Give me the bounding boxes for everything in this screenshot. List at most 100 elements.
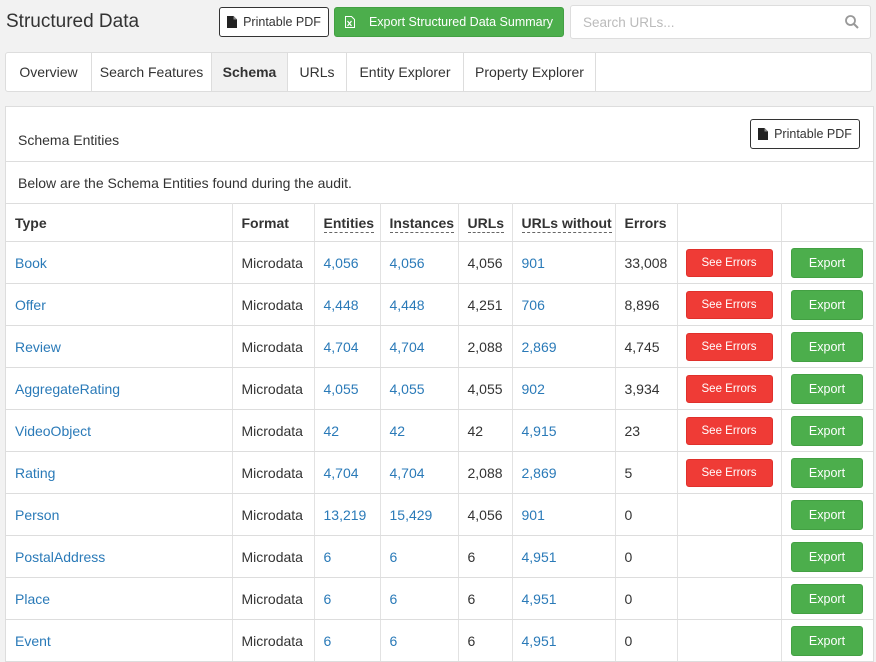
see-errors-button[interactable]: See Errors bbox=[685, 374, 773, 403]
row-urls: 6 bbox=[458, 535, 513, 578]
row-type-link[interactable]: Place bbox=[6, 577, 233, 620]
export-button[interactable]: Export bbox=[791, 331, 863, 362]
row-entities-link[interactable]: 4,056 bbox=[314, 241, 381, 284]
row-entities-link[interactable]: 13,219 bbox=[314, 493, 381, 536]
row-errors: 33,008 bbox=[615, 241, 678, 284]
export-button[interactable]: Export bbox=[791, 625, 863, 656]
table-row: VideoObject Microdata 42 42 42 4,915 23 See Err… bbox=[6, 409, 873, 452]
row-instances-link[interactable]: 6 bbox=[380, 577, 459, 620]
export-button[interactable]: Export bbox=[791, 457, 863, 488]
row-export-cell: Export bbox=[781, 493, 873, 536]
column-header-instances[interactable]: Instances bbox=[380, 203, 459, 242]
search-box bbox=[570, 5, 871, 39]
panel-description: Below are the Schema Entities found duri… bbox=[18, 175, 352, 191]
row-errors: 5 bbox=[615, 451, 678, 494]
search-icon[interactable] bbox=[844, 14, 860, 30]
column-header-type[interactable]: Type bbox=[6, 203, 233, 242]
row-format: Microdata bbox=[232, 283, 315, 326]
row-entities-link[interactable]: 4,704 bbox=[314, 325, 381, 368]
row-type-link[interactable]: Event bbox=[6, 619, 233, 662]
row-type-link[interactable]: Book bbox=[6, 241, 233, 284]
row-urls-without-link[interactable]: 4,951 bbox=[512, 619, 616, 662]
tab-search-features[interactable]: Search Features bbox=[92, 53, 212, 91]
row-entities-link[interactable]: 6 bbox=[314, 619, 381, 662]
row-entities-link[interactable]: 42 bbox=[314, 409, 381, 452]
row-type-link[interactable]: VideoObject bbox=[6, 409, 233, 452]
row-errors: 0 bbox=[615, 535, 678, 578]
row-urls: 4,056 bbox=[458, 241, 513, 284]
row-see-errors-cell bbox=[677, 493, 782, 536]
export-button[interactable]: Export bbox=[791, 373, 863, 404]
see-errors-button[interactable]: See Errors bbox=[685, 458, 773, 487]
see-errors-button[interactable]: See Errors bbox=[685, 290, 773, 319]
row-type-link[interactable]: PostalAddress bbox=[6, 535, 233, 578]
row-type-link[interactable]: Person bbox=[6, 493, 233, 536]
tab-property-explorer[interactable]: Property Explorer bbox=[464, 53, 596, 91]
row-type-link[interactable]: Review bbox=[6, 325, 233, 368]
export-button[interactable]: Export bbox=[791, 541, 863, 572]
row-entities-link[interactable]: 4,448 bbox=[314, 283, 381, 326]
column-header-entities[interactable]: Entities bbox=[314, 203, 381, 242]
row-urls-without-link[interactable]: 901 bbox=[512, 241, 616, 284]
export-button[interactable]: Export bbox=[791, 289, 863, 320]
tab-entity-explorer[interactable]: Entity Explorer bbox=[347, 53, 464, 91]
row-entities-link[interactable]: 4,055 bbox=[314, 367, 381, 410]
search-input[interactable] bbox=[571, 6, 831, 38]
row-urls: 6 bbox=[458, 577, 513, 620]
row-entities-link[interactable]: 6 bbox=[314, 577, 381, 620]
row-urls-without-link[interactable]: 706 bbox=[512, 283, 616, 326]
export-button[interactable]: Export bbox=[791, 415, 863, 446]
excel-file-icon bbox=[344, 16, 355, 28]
row-export-cell: Export bbox=[781, 241, 873, 284]
top-bar: Structured Data Printable PDF Export Str… bbox=[0, 0, 876, 46]
row-type-link[interactable]: Offer bbox=[6, 283, 233, 326]
row-urls: 4,055 bbox=[458, 367, 513, 410]
row-urls: 2,088 bbox=[458, 451, 513, 494]
row-type-link[interactable]: AggregateRating bbox=[6, 367, 233, 410]
see-errors-button[interactable]: See Errors bbox=[685, 416, 773, 445]
row-instances-link[interactable]: 15,429 bbox=[380, 493, 459, 536]
row-instances-link[interactable]: 6 bbox=[380, 535, 459, 578]
row-urls-without-link[interactable]: 2,869 bbox=[512, 325, 616, 368]
schema-entities-panel: Schema Entities Printable PDF Below are … bbox=[5, 106, 874, 662]
see-errors-button[interactable]: See Errors bbox=[685, 332, 773, 361]
row-entities-link[interactable]: 4,704 bbox=[314, 451, 381, 494]
row-urls-without-link[interactable]: 901 bbox=[512, 493, 616, 536]
row-instances-link[interactable]: 42 bbox=[380, 409, 459, 452]
printable-pdf-label: Printable PDF bbox=[243, 15, 321, 29]
export-button[interactable]: Export bbox=[791, 583, 863, 614]
row-instances-link[interactable]: 4,704 bbox=[380, 325, 459, 368]
row-instances-link[interactable]: 4,448 bbox=[380, 283, 459, 326]
row-urls-without-link[interactable]: 4,951 bbox=[512, 535, 616, 578]
export-summary-button[interactable]: Export Structured Data Summary bbox=[334, 7, 564, 37]
row-see-errors-cell: See Errors bbox=[677, 283, 782, 326]
column-header-format[interactable]: Format bbox=[232, 203, 315, 242]
row-format: Microdata bbox=[232, 619, 315, 662]
tab-urls[interactable]: URLs bbox=[288, 53, 347, 91]
row-instances-link[interactable]: 4,055 bbox=[380, 367, 459, 410]
row-urls-without-link[interactable]: 902 bbox=[512, 367, 616, 410]
row-urls-without-link[interactable]: 4,915 bbox=[512, 409, 616, 452]
panel-printable-pdf-label: Printable PDF bbox=[774, 127, 852, 141]
row-instances-link[interactable]: 4,704 bbox=[380, 451, 459, 494]
row-urls-without-link[interactable]: 4,951 bbox=[512, 577, 616, 620]
row-format: Microdata bbox=[232, 451, 315, 494]
printable-pdf-button[interactable]: Printable PDF bbox=[219, 7, 329, 37]
column-header-urls-without[interactable]: URLs without bbox=[512, 203, 616, 242]
table-header-row: Type Format Entities Instances URLs URLs… bbox=[6, 203, 873, 242]
column-header-errors[interactable]: Errors bbox=[615, 203, 678, 242]
tab-schema[interactable]: Schema bbox=[212, 53, 288, 91]
row-format: Microdata bbox=[232, 535, 315, 578]
export-button[interactable]: Export bbox=[791, 247, 863, 278]
row-instances-link[interactable]: 4,056 bbox=[380, 241, 459, 284]
row-type-link[interactable]: Rating bbox=[6, 451, 233, 494]
row-urls-without-link[interactable]: 2,869 bbox=[512, 451, 616, 494]
see-errors-button[interactable]: See Errors bbox=[685, 248, 773, 277]
row-instances-link[interactable]: 6 bbox=[380, 619, 459, 662]
column-header-see-errors bbox=[677, 203, 782, 242]
column-header-urls[interactable]: URLs bbox=[458, 203, 513, 242]
row-entities-link[interactable]: 6 bbox=[314, 535, 381, 578]
export-button[interactable]: Export bbox=[791, 499, 863, 530]
tab-overview[interactable]: Overview bbox=[6, 53, 92, 91]
panel-printable-pdf-button[interactable]: Printable PDF bbox=[750, 119, 860, 149]
